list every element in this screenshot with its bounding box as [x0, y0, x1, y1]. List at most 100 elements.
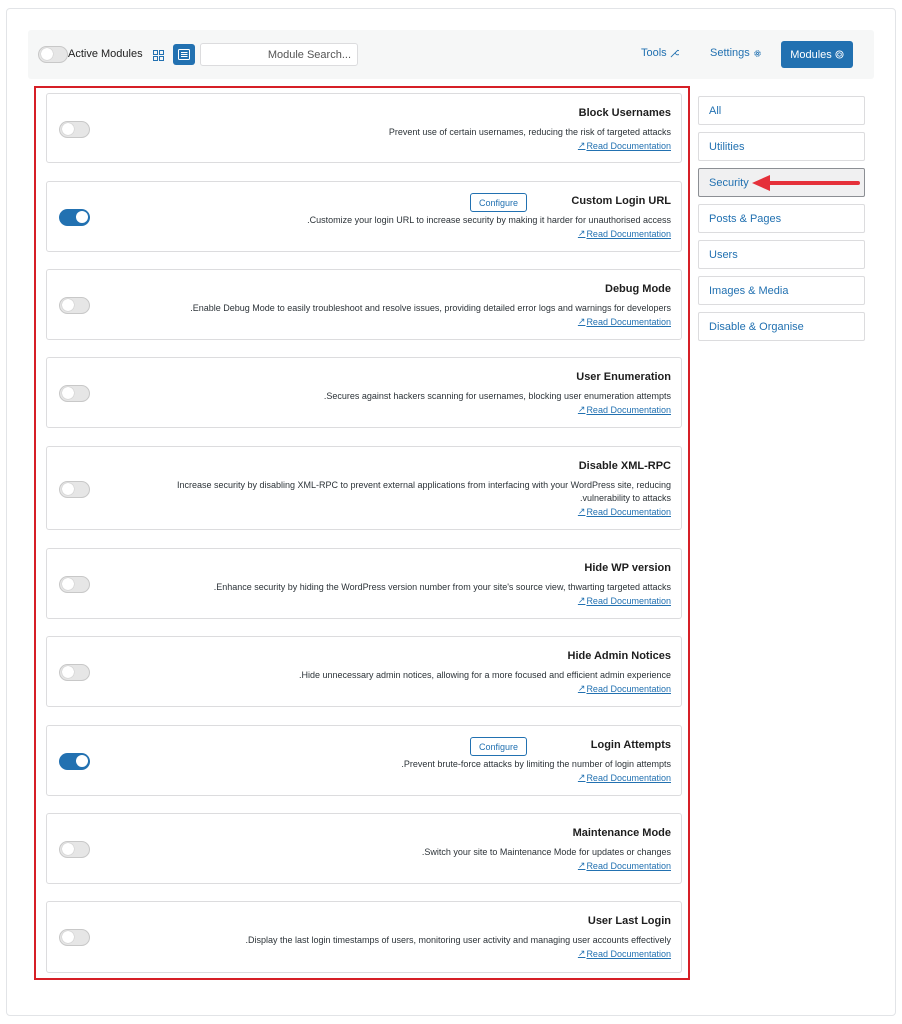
category-users[interactable]: Users: [698, 240, 865, 269]
read-documentation-link[interactable]: ↗ Read Documentation: [578, 948, 671, 959]
module-description: .Enable Debug Mode to easily troubleshoo…: [190, 303, 671, 313]
toggle-track: [59, 385, 90, 402]
module-card: Debug Mode .Enable Debug Mode to easily t…: [46, 269, 682, 340]
toggle-track: [59, 576, 90, 593]
read-documentation-label: Read Documentation: [586, 228, 671, 239]
read-documentation-label: Read Documentation: [586, 595, 671, 606]
external-arrow-icon: ↗: [577, 316, 586, 326]
module-description: .vulnerability to attacks: [579, 493, 671, 503]
module-title: Custom Login URL: [571, 195, 671, 207]
module-title: Block Usernames: [578, 107, 671, 119]
module-title: Hide Admin Notices: [567, 650, 672, 662]
modules-label: Modules: [790, 48, 832, 61]
external-arrow-icon: ↗: [577, 595, 586, 605]
module-toggle[interactable]: [59, 841, 90, 858]
configure-button[interactable]: Configure: [469, 737, 527, 756]
external-arrow-icon: ↗: [577, 228, 586, 238]
read-documentation-label: Read Documentation: [586, 140, 671, 151]
module-description: .Switch your site to Maintenance Mode fo…: [421, 847, 671, 857]
list-view-icon: [178, 49, 190, 60]
module-card: Login Attempts Configure .Prevent brute-fo…: [46, 725, 682, 796]
category-posts-pages[interactable]: Posts & Pages: [698, 204, 865, 233]
module-card: User Enumeration .Secures against hackers…: [46, 357, 682, 428]
read-documentation-link[interactable]: ↗ Read Documentation: [578, 140, 671, 151]
tools-tab[interactable]: Tools: [641, 47, 679, 59]
gear-icon: [754, 49, 761, 57]
settings-label: Settings: [710, 47, 750, 59]
module-card: Custom Login URL Configure .Customize your…: [46, 181, 682, 252]
module-toggle[interactable]: [59, 481, 90, 498]
grid-view-button[interactable]: [148, 46, 168, 64]
read-documentation-label: Read Documentation: [586, 683, 671, 694]
list-view-button[interactable]: [173, 44, 195, 65]
module-toggle[interactable]: [59, 209, 90, 226]
module-list: Block Usernames Prevent use of certain us…: [34, 86, 690, 980]
module-description: .Secures against hackers scanning for us…: [323, 391, 671, 401]
read-documentation-link[interactable]: ↗ Read Documentation: [578, 860, 671, 871]
module-title: Maintenance Mode: [572, 827, 671, 839]
read-documentation-link[interactable]: ↗ Read Documentation: [578, 228, 671, 239]
active-modules-toggle[interactable]: [38, 46, 68, 63]
read-documentation-link[interactable]: ↗ Read Documentation: [578, 404, 671, 415]
module-description: .Prevent brute-force attacks by limiting…: [401, 759, 671, 769]
category-label: Utilities: [709, 140, 745, 153]
module-toggle[interactable]: [59, 576, 90, 593]
category-utilities[interactable]: Utilities: [698, 132, 865, 161]
read-documentation-label: Read Documentation: [586, 948, 671, 959]
external-arrow-icon: ↗: [577, 404, 586, 414]
toggle-track: [59, 841, 90, 858]
read-documentation-label: Read Documentation: [586, 316, 671, 327]
module-description: Prevent use of certain usernames, reduci…: [388, 127, 671, 137]
module-title: Debug Mode: [605, 283, 671, 295]
external-arrow-icon: ↗: [577, 683, 586, 693]
category-label: Disable & Organise: [709, 320, 804, 333]
tools-label: Tools: [641, 47, 667, 59]
read-documentation-link[interactable]: ↗ Read Documentation: [578, 772, 671, 783]
toggle-track: [59, 664, 90, 681]
category-label: All: [709, 104, 722, 117]
annotation-arrow-icon: [752, 175, 860, 191]
top-toolbar: Active Modules Tools Settings Modules: [28, 30, 874, 79]
cube-icon: [835, 50, 844, 59]
toggle-track: [59, 209, 90, 226]
modules-tab[interactable]: Modules: [781, 41, 853, 68]
module-title: User Last Login: [587, 915, 671, 927]
read-documentation-label: Read Documentation: [586, 404, 671, 415]
module-toggle[interactable]: [59, 297, 90, 314]
module-toggle[interactable]: [59, 121, 90, 138]
category-images-media[interactable]: Images & Media: [698, 276, 865, 305]
wrench-icon: [670, 49, 679, 57]
toggle-track: [59, 297, 90, 314]
module-description: .Display the last login timestamps of us…: [245, 935, 671, 945]
module-toggle[interactable]: [59, 929, 90, 946]
module-title: Hide WP version: [584, 562, 671, 574]
category-all[interactable]: All: [698, 96, 865, 125]
module-title: Login Attempts: [590, 739, 671, 751]
module-toggle[interactable]: [59, 664, 90, 681]
module-search-input[interactable]: [200, 43, 358, 66]
read-documentation-label: Read Documentation: [586, 860, 671, 871]
configure-button[interactable]: Configure: [469, 193, 527, 212]
module-toggle[interactable]: [59, 753, 90, 770]
read-documentation-link[interactable]: ↗ Read Documentation: [578, 316, 671, 327]
read-documentation-link[interactable]: ↗ Read Documentation: [578, 683, 671, 694]
module-toggle[interactable]: [59, 385, 90, 402]
read-documentation-link[interactable]: ↗ Read Documentation: [578, 506, 671, 517]
module-description: .Hide unnecessary admin notices, allowin…: [298, 670, 671, 680]
read-documentation-label: Read Documentation: [586, 506, 671, 517]
module-card: User Last Login .Display the last login t…: [46, 901, 682, 973]
category-label: Security: [709, 176, 749, 189]
read-documentation-link[interactable]: ↗ Read Documentation: [578, 595, 671, 606]
category-disable-organise[interactable]: Disable & Organise: [698, 312, 865, 341]
external-arrow-icon: ↗: [577, 948, 586, 958]
toggle-track: [38, 46, 68, 63]
toggle-track: [59, 753, 90, 770]
category-label: Users: [709, 248, 738, 261]
external-arrow-icon: ↗: [577, 860, 586, 870]
category-label: Posts & Pages: [709, 212, 782, 225]
category-label: Images & Media: [709, 284, 789, 297]
module-description: Increase security by disabling XML-RPC t…: [176, 480, 671, 490]
external-arrow-icon: ↗: [577, 772, 586, 782]
module-description: .Enhance security by hiding the WordPres…: [213, 582, 671, 592]
settings-tab[interactable]: Settings: [710, 47, 762, 59]
